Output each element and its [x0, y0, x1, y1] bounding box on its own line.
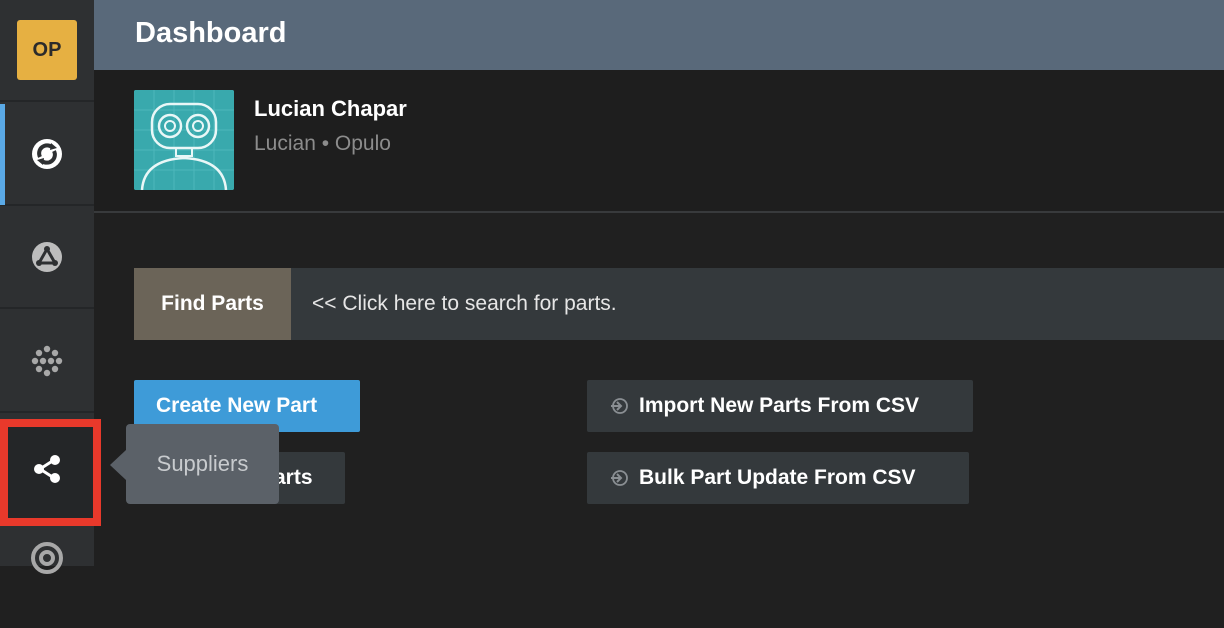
circle-triangle-icon: [30, 240, 64, 274]
top-header: Dashboard: [94, 0, 1224, 70]
find-parts-hint[interactable]: << Click here to search for parts.: [312, 292, 617, 316]
import-parts-csv-button[interactable]: Import New Parts From CSV: [587, 380, 973, 432]
find-parts-bar[interactable]: Find Parts << Click here to search for p…: [134, 268, 1224, 340]
dots-grid-icon: [30, 344, 64, 378]
sidebar-item-target[interactable]: [0, 526, 94, 628]
robot-avatar-icon: [134, 90, 234, 190]
active-indicator: [0, 104, 5, 205]
parts-button-label: arts: [274, 466, 313, 489]
profile-name: Lucian Chapar: [254, 96, 407, 121]
target-icon: [30, 541, 64, 575]
find-parts-button[interactable]: Find Parts: [134, 268, 291, 340]
bulk-update-csv-label: Bulk Part Update From CSV: [639, 466, 916, 489]
sidebar-item-apps[interactable]: [0, 311, 94, 413]
tooltip-arrow: [110, 450, 126, 480]
org-logo[interactable]: OP: [0, 0, 94, 102]
suppliers-highlight-box: [0, 419, 101, 526]
suppliers-tooltip: Suppliers: [126, 424, 279, 504]
bulk-update-csv-button[interactable]: Bulk Part Update From CSV: [587, 452, 969, 504]
create-new-part-label: Create New Part: [156, 394, 318, 417]
sidebar-item-dashboard[interactable]: [0, 104, 94, 206]
import-parts-csv-label: Import New Parts From CSV: [639, 394, 920, 417]
org-logo-badge: OP: [17, 20, 77, 80]
avatar[interactable]: [134, 90, 234, 190]
page-title: Dashboard: [135, 17, 287, 49]
sidebar-item-assemblies[interactable]: [0, 207, 94, 309]
refresh-circle-icon: [30, 137, 64, 171]
sign-in-icon: [609, 468, 629, 488]
sign-in-icon: [609, 396, 629, 416]
profile-section: Lucian Chapar Lucian • Opulo: [94, 70, 1224, 213]
profile-subtitle: Lucian • Opulo: [254, 132, 391, 155]
